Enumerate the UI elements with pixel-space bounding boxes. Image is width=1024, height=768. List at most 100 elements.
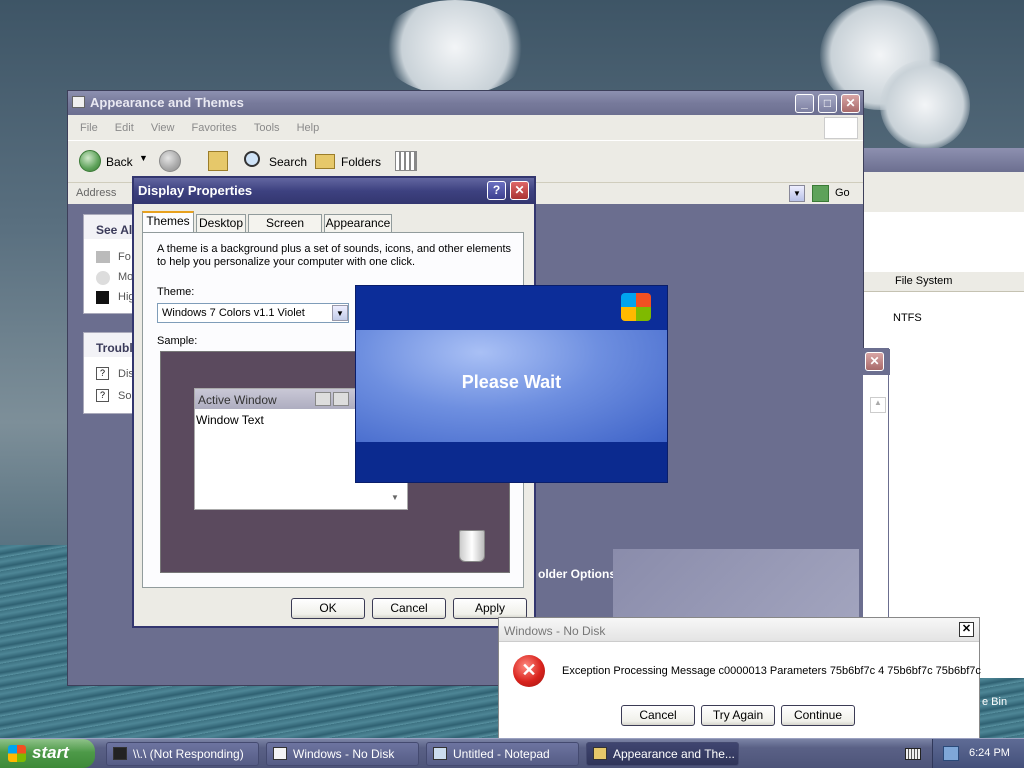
- column-header-row: File System: [861, 272, 1024, 292]
- no-disk-title: Windows - No Disk: [504, 624, 606, 638]
- error-message: Exception Processing Message c0000013 Pa…: [562, 665, 981, 677]
- clock[interactable]: 6:24 PM: [969, 747, 1010, 759]
- recycle-bin-desktop-label[interactable]: e Bin: [982, 696, 1007, 708]
- cancel-button[interactable]: Cancel: [372, 598, 446, 619]
- tab-desktop[interactable]: Desktop: [196, 214, 246, 232]
- taskbar-item-notepad[interactable]: Untitled - Notepad: [426, 742, 579, 766]
- windows-logo-icon: [824, 117, 858, 139]
- menu-tools[interactable]: Tools: [254, 122, 280, 134]
- address-label: Address: [76, 187, 117, 199]
- sample-minimize-icon: [315, 392, 331, 406]
- file-system-value: NTFS: [893, 312, 922, 324]
- start-label: start: [32, 743, 69, 762]
- go-arrow-icon[interactable]: [812, 185, 829, 202]
- mouse-icon: [96, 271, 110, 285]
- go-button[interactable]: Go: [835, 187, 850, 199]
- explorer-title: Appearance and Themes: [90, 95, 244, 110]
- continue-button[interactable]: Continue: [781, 705, 855, 726]
- views-icon[interactable]: [395, 151, 417, 171]
- error-icon: ✕: [513, 655, 545, 687]
- see-also-link-fonts[interactable]: Fo: [118, 251, 131, 263]
- link-icon: [96, 251, 110, 263]
- up-folder-icon[interactable]: [208, 151, 228, 171]
- minimize-button[interactable]: _: [795, 94, 814, 113]
- folders-icon[interactable]: [315, 154, 335, 169]
- taskbar-item-appearance[interactable]: Appearance and The...: [586, 742, 739, 766]
- menu-view[interactable]: View: [151, 122, 175, 134]
- sample-scroll-down-icon: ▼: [391, 493, 399, 502]
- taskbar: start \\.\ (Not Responding) Windows - No…: [0, 738, 1024, 768]
- taskbar-item-console[interactable]: \\.\ (Not Responding): [106, 742, 259, 766]
- menu-file[interactable]: File: [80, 122, 98, 134]
- help-button[interactable]: ?: [487, 181, 506, 200]
- menu-edit[interactable]: Edit: [115, 122, 134, 134]
- close-button[interactable]: ✕: [959, 622, 974, 637]
- network-icon[interactable]: [943, 746, 959, 761]
- contrast-icon: [96, 291, 109, 304]
- taskbar-item-label: Appearance and The...: [613, 747, 735, 761]
- themes-description: A theme is a background plus a set of so…: [157, 243, 512, 268]
- scroll-up-icon[interactable]: ▲: [870, 397, 886, 413]
- splash-middle-band: Please Wait: [356, 330, 667, 442]
- folders-button[interactable]: Folders: [341, 155, 381, 169]
- menu-bar: File Edit View Favorites Tools Help: [68, 115, 863, 140]
- display-properties-titlebar[interactable]: Display Properties ? ✕: [134, 178, 534, 204]
- maximize-button[interactable]: □: [818, 94, 837, 113]
- sample-window-text: Window Text: [196, 413, 264, 427]
- cloud: [880, 60, 970, 150]
- recycle-bin-icon: [459, 530, 485, 562]
- search-button[interactable]: Search: [269, 155, 307, 169]
- back-button[interactable]: Back: [106, 155, 133, 169]
- chevron-down-icon[interactable]: ▼: [332, 305, 348, 321]
- back-dropdown-icon[interactable]: ▼: [139, 153, 148, 163]
- troubleshooters-title: Troubl: [96, 341, 133, 355]
- hidden-dialog[interactable]: ✕ ▲: [862, 348, 890, 618]
- sample-maximize-icon: [333, 392, 349, 406]
- no-disk-dialog[interactable]: Windows - No Disk ✕ ✕ Exception Processi…: [498, 617, 981, 739]
- apply-button[interactable]: Apply: [453, 598, 527, 619]
- taskbar-item-label: Untitled - Notepad: [453, 747, 550, 761]
- sample-window-title: Active Window: [198, 393, 277, 407]
- taskbar-item-no-disk[interactable]: Windows - No Disk: [266, 742, 419, 766]
- taskbar-item-label: \\.\ (Not Responding): [133, 747, 244, 761]
- tab-appearance[interactable]: Appearance: [324, 214, 392, 232]
- no-disk-titlebar[interactable]: Windows - No Disk ✕: [499, 618, 979, 642]
- ok-button[interactable]: OK: [291, 598, 365, 619]
- keyboard-icon[interactable]: [905, 748, 921, 760]
- tab-themes[interactable]: Themes: [142, 211, 194, 232]
- notepad-icon: [433, 747, 447, 760]
- window-icon: [273, 747, 287, 760]
- tab-screen-saver[interactable]: Screen Saver: [248, 214, 322, 247]
- theme-label: Theme:: [157, 286, 195, 298]
- taskbar-item-label: Windows - No Disk: [293, 747, 395, 761]
- try-again-button[interactable]: Try Again: [701, 705, 775, 726]
- column-header-file-system[interactable]: File System: [895, 275, 952, 287]
- folder-icon: [593, 747, 607, 760]
- see-also-link-mouse[interactable]: Mo: [118, 271, 133, 283]
- folder-icon: [72, 96, 85, 108]
- back-arrow-icon[interactable]: [79, 150, 101, 172]
- menu-help[interactable]: Help: [297, 122, 320, 134]
- folder-options-link[interactable]: older Options: [538, 567, 616, 581]
- cloud: [380, 0, 530, 95]
- theme-select-value: Windows 7 Colors v1.1 Violet: [162, 307, 305, 319]
- please-wait-text: Please Wait: [461, 372, 562, 392]
- troubleshoot-link-sound[interactable]: So: [118, 390, 131, 402]
- console-icon: [113, 747, 127, 760]
- display-properties-title: Display Properties: [138, 183, 253, 198]
- forward-arrow-icon[interactable]: [159, 150, 181, 172]
- background-window-titlebar[interactable]: [861, 148, 1024, 172]
- cancel-button[interactable]: Cancel: [621, 705, 695, 726]
- address-dropdown-icon[interactable]: ▼: [789, 185, 805, 202]
- menu-favorites[interactable]: Favorites: [192, 122, 237, 134]
- explorer-titlebar[interactable]: Appearance and Themes _ □ ✕: [68, 91, 863, 115]
- system-tray: 6:24 PM: [932, 739, 1024, 768]
- close-button[interactable]: ✕: [510, 181, 529, 200]
- please-wait-splash: Please Wait: [355, 285, 668, 483]
- windows-flag-icon: [621, 293, 651, 321]
- search-icon[interactable]: [244, 151, 260, 167]
- hidden-dialog-close-button[interactable]: ✕: [865, 352, 884, 371]
- close-button[interactable]: ✕: [841, 94, 860, 113]
- theme-select[interactable]: Windows 7 Colors v1.1 Violet ▼: [157, 303, 349, 323]
- start-button[interactable]: start: [0, 739, 95, 768]
